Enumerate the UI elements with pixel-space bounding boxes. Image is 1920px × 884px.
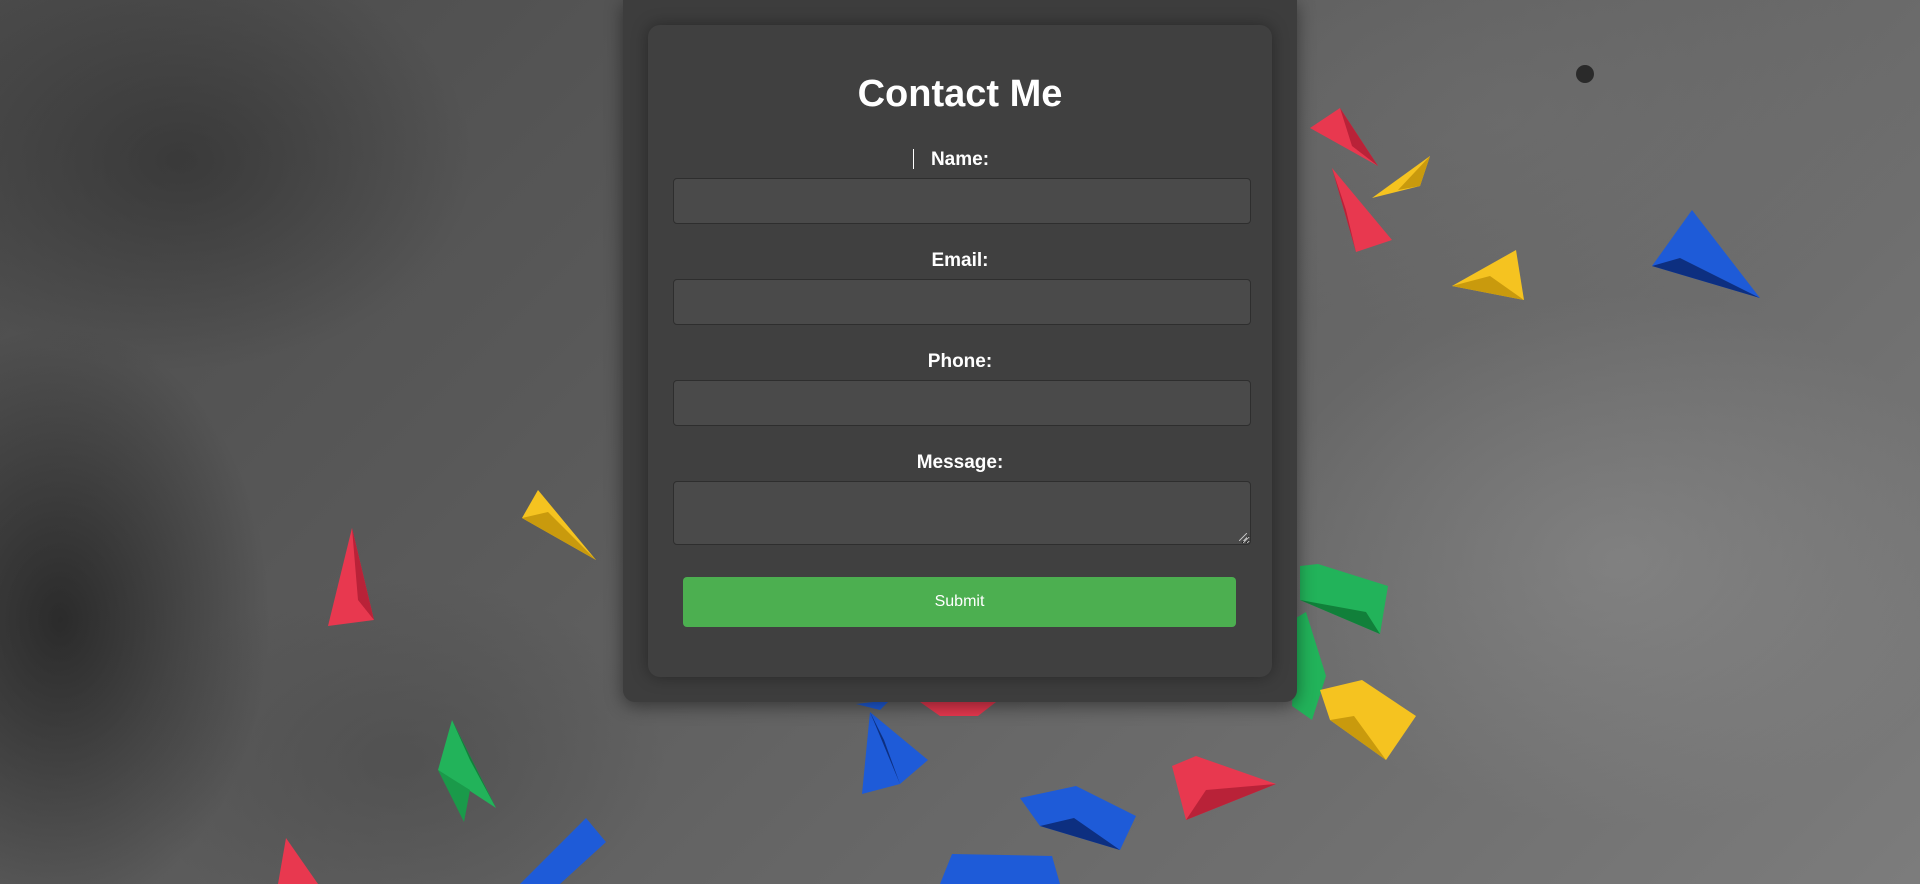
paper-plane-blue-icon bbox=[862, 712, 928, 794]
form-title: Contact Me bbox=[857, 73, 1063, 115]
submit-button[interactable]: Submit bbox=[683, 577, 1236, 627]
name-input[interactable] bbox=[673, 178, 1251, 224]
paper-plane-red-icon bbox=[278, 838, 318, 884]
name-label: Name: bbox=[930, 149, 990, 170]
paper-plane-yellow-icon bbox=[522, 490, 596, 560]
paper-plane-yellow-icon bbox=[1320, 680, 1416, 760]
phone-label: Phone: bbox=[927, 351, 993, 372]
paper-plane-yellow-icon bbox=[1452, 250, 1524, 300]
paper-plane-green-icon bbox=[1292, 612, 1326, 720]
paper-plane-red-icon bbox=[1332, 168, 1392, 252]
paper-plane-blue-icon bbox=[1652, 210, 1760, 298]
message-textarea[interactable] bbox=[673, 481, 1251, 545]
paper-plane-blue-icon bbox=[520, 818, 606, 884]
email-label: Email: bbox=[931, 250, 989, 271]
phone-input[interactable] bbox=[673, 380, 1251, 426]
resize-handle-icon[interactable] bbox=[1239, 533, 1247, 541]
paper-plane-red-icon bbox=[920, 702, 996, 716]
paper-plane-green-icon bbox=[1300, 564, 1388, 634]
paper-plane-yellow-icon bbox=[1372, 156, 1430, 198]
form-container: Contact Me Name: Email: Phone: Message: … bbox=[623, 0, 1297, 702]
paper-plane-red-icon bbox=[328, 528, 374, 626]
paper-plane-green-icon bbox=[438, 720, 496, 822]
contact-form: Contact Me Name: Email: Phone: Message: … bbox=[648, 25, 1272, 677]
paper-plane-red-icon bbox=[1310, 108, 1378, 166]
paper-plane-blue-icon bbox=[940, 854, 1060, 884]
message-field-wrapper bbox=[673, 481, 1251, 545]
email-input[interactable] bbox=[673, 279, 1251, 325]
paper-plane-blue-icon bbox=[1020, 786, 1136, 850]
paper-plane-red-icon bbox=[1172, 756, 1276, 820]
message-label: Message: bbox=[916, 452, 1004, 473]
